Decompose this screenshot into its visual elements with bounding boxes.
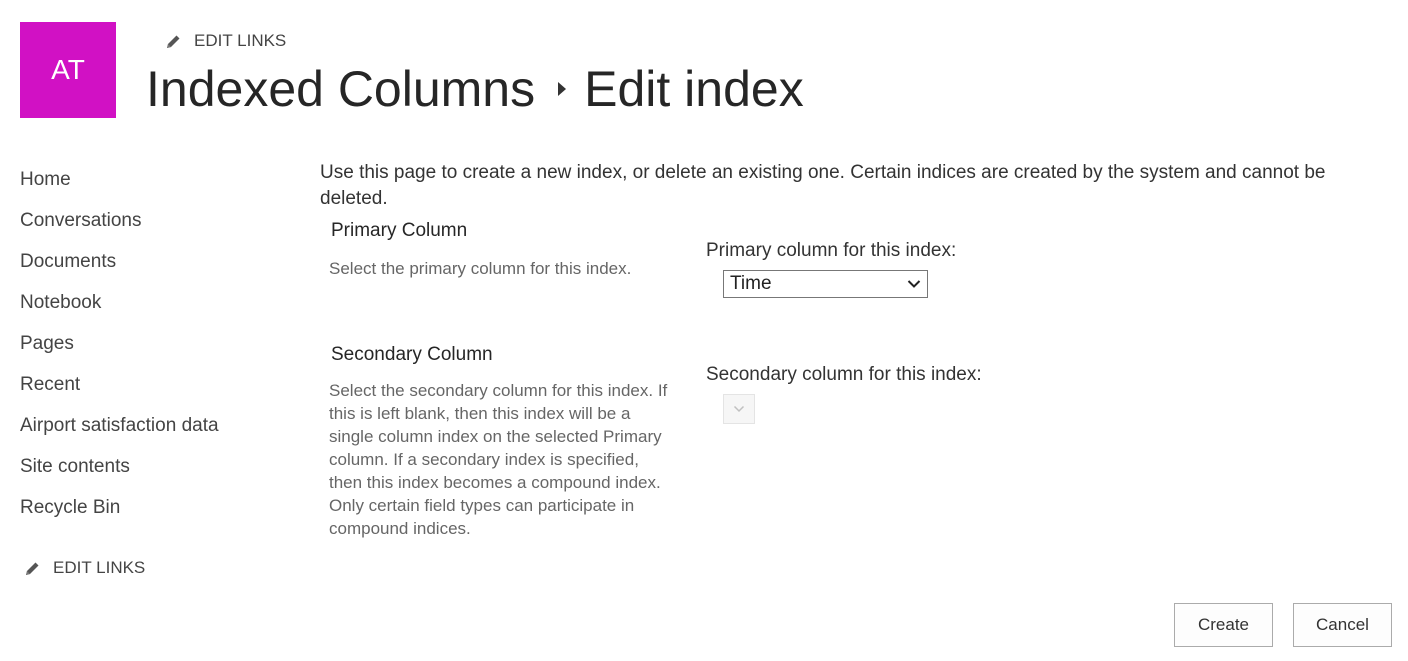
pencil-icon: [26, 562, 39, 575]
secondary-column-field-label: Secondary column for this index:: [706, 364, 982, 385]
secondary-column-description: Select the secondary column for this ind…: [329, 381, 668, 538]
nav-item-recycle-bin[interactable]: Recycle Bin: [20, 494, 219, 535]
page-title: Indexed Columns Edit index: [146, 60, 804, 118]
header-edit-links[interactable]: EDIT LINKS: [165, 31, 286, 51]
nav-item-notebook[interactable]: Notebook: [20, 289, 219, 330]
site-logo[interactable]: AT: [20, 22, 116, 118]
primary-column-selected-value: Time: [730, 273, 772, 294]
nav-item-airport-satisfaction-data[interactable]: Airport satisfaction data: [20, 412, 219, 453]
header-edit-links-label: EDIT LINKS: [194, 31, 287, 50]
nav-item-documents[interactable]: Documents: [20, 248, 219, 289]
primary-column-section-title: Primary Column: [331, 220, 468, 241]
secondary-column-section-title: Secondary Column: [331, 344, 493, 365]
site-logo-initials: AT: [51, 54, 85, 85]
chevron-down-icon: [733, 405, 745, 413]
nav-item-recent[interactable]: Recent: [20, 371, 219, 412]
create-button[interactable]: Create: [1174, 603, 1273, 647]
cancel-button[interactable]: Cancel: [1293, 603, 1392, 647]
primary-column-field-label: Primary column for this index:: [706, 240, 957, 261]
breadcrumb-current: Edit index: [584, 61, 804, 117]
edit-index-page: AT EDIT LINKS Indexed Columns Edit index…: [0, 0, 1408, 661]
nav-edit-links[interactable]: EDIT LINKS: [24, 558, 145, 578]
breadcrumb-parent[interactable]: Indexed Columns: [146, 60, 535, 118]
secondary-column-select[interactable]: [723, 394, 755, 424]
nav-item-site-contents[interactable]: Site contents: [20, 453, 219, 494]
nav-item-home[interactable]: Home: [20, 166, 219, 207]
page-description: Use this page to create a new index, or …: [320, 162, 1326, 209]
nav-edit-links-label: EDIT LINKS: [53, 558, 146, 577]
pencil-icon: [167, 35, 180, 48]
chevron-down-icon: [907, 280, 921, 288]
primary-column-description: Select the primary column for this index…: [329, 259, 632, 278]
primary-column-select[interactable]: Time: [723, 270, 928, 298]
quick-launch-nav: Home Conversations Documents Notebook Pa…: [20, 166, 219, 535]
nav-item-pages[interactable]: Pages: [20, 330, 219, 371]
breadcrumb-arrow-icon: [557, 81, 567, 97]
nav-item-conversations[interactable]: Conversations: [20, 207, 219, 248]
